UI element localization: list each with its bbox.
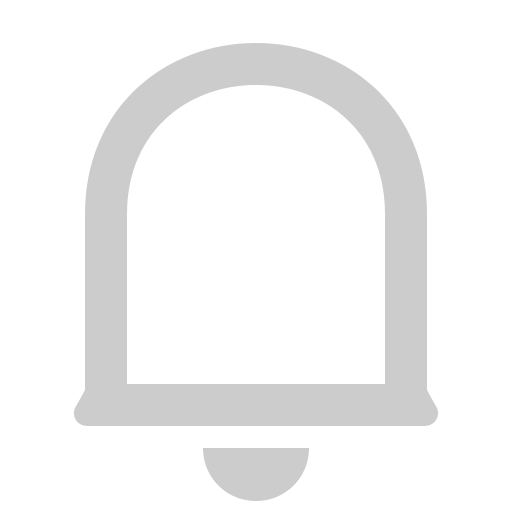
bell-icon — [73, 43, 439, 501]
bell-rim — [73, 384, 439, 426]
bell-clapper — [203, 448, 309, 501]
icon-canvas — [0, 0, 512, 512]
bell-body — [85, 43, 427, 404]
